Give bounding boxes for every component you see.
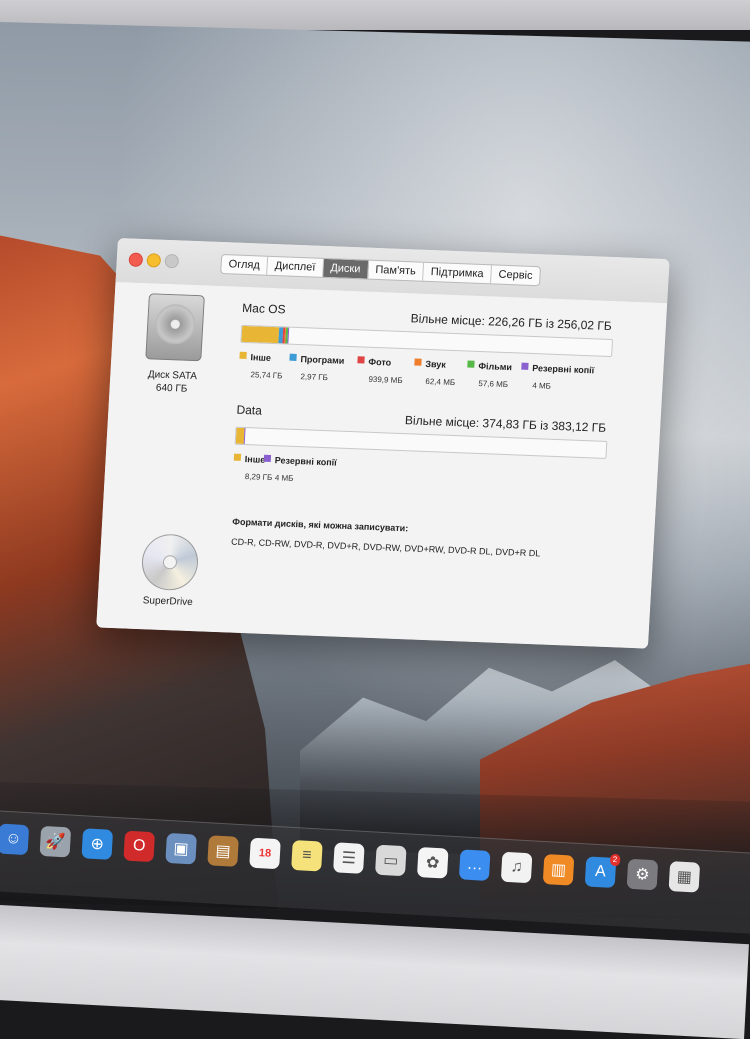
launchpad-icon[interactable]: 🚀: [39, 825, 72, 858]
legend-item: Фільми 57,6 МБ: [466, 356, 512, 390]
preview-icon[interactable]: ▣: [165, 832, 197, 865]
formats-title: Формати дисків, які можна записувати:: [232, 516, 409, 534]
calendar-day: 18: [258, 847, 272, 860]
opera-icon[interactable]: O: [123, 830, 156, 863]
legend-size: 25,74 ГБ: [250, 370, 283, 381]
notes-icon[interactable]: ≡: [291, 839, 323, 872]
volume-free-space: Вільне місце: 226,26 ГБ із 256,02 ГБ: [410, 311, 613, 334]
system-preferences-icon[interactable]: ⚙: [626, 858, 659, 891]
contacts-icon[interactable]: ▤: [207, 835, 239, 867]
notification-badge: 2: [609, 853, 621, 867]
legend-item: Резервні копії 4 МБ: [263, 450, 338, 485]
tab-storage[interactable]: Диски: [322, 258, 369, 279]
tab-displays[interactable]: Дисплеї: [267, 256, 324, 277]
legend-swatch: [289, 353, 297, 362]
volume-data: Data Вільне місце: 374,83 ГБ із 383,12 Г…: [232, 402, 608, 507]
legend-size: 57,6 МБ: [478, 378, 509, 390]
minimize-button[interactable]: [146, 253, 162, 268]
optical-disc-icon: [140, 533, 200, 592]
formats-list: CD-R, CD-RW, DVD-R, DVD+R, DVD-RW, DVD+R…: [230, 536, 541, 559]
close-button[interactable]: [128, 252, 144, 267]
legend-swatch: [521, 362, 529, 371]
storage-panel: Диск SATA 640 ГБ Mac OS Вільне місце: 22…: [96, 281, 668, 649]
legend-swatch: [414, 358, 422, 367]
usage-segment: [243, 427, 247, 445]
zoom-button[interactable]: [164, 253, 180, 269]
legend-swatch: [239, 352, 247, 360]
legend-size: 2,97 ГБ: [300, 372, 329, 383]
screenshot-icon[interactable]: ▦: [668, 861, 701, 893]
tab-bar: Огляд Дисплеї Диски Пам'ять Підтримка Се…: [220, 253, 542, 287]
ibooks-icon[interactable]: ▥: [542, 854, 575, 886]
volume-name: Data: [236, 402, 263, 418]
legend-item: Звук 62,4 МБ: [413, 353, 456, 387]
legend-label: Звук: [425, 358, 447, 370]
legend-label: Інше: [244, 454, 266, 465]
legend-label: Резервні копії: [274, 455, 338, 468]
disk-name: Диск SATA: [147, 369, 198, 383]
legend-label: Інше: [250, 352, 272, 363]
usage-segment: [287, 327, 290, 344]
legend-item: Інше 25,74 ГБ: [238, 347, 284, 381]
legend-label: Резервні копії: [532, 363, 595, 376]
legend-size: 62,4 МБ: [425, 376, 456, 388]
finder-icon[interactable]: ☺: [0, 823, 30, 856]
legend-size: 4 МБ: [532, 381, 552, 391]
legend-swatch: [233, 453, 242, 462]
volume-name: Mac OS: [241, 300, 286, 317]
tab-overview[interactable]: Огляд: [221, 255, 269, 275]
legend-item: Резервні копії 4 МБ: [520, 358, 595, 393]
keynote-icon[interactable]: ▭: [374, 844, 407, 877]
safari-icon[interactable]: ⊕: [81, 828, 114, 860]
calendar-icon[interactable]: 18: [249, 837, 281, 870]
legend-size: 4 МБ: [274, 473, 294, 483]
legend-swatch: [357, 356, 365, 364]
volume-macos: Mac OS Вільне місце: 226,26 ГБ із 256,02…: [238, 300, 614, 405]
app-store-icon[interactable]: A2: [584, 853, 621, 888]
legend-label: Фото: [368, 356, 392, 368]
optical-drive-name: SuperDrive: [142, 595, 194, 609]
disk-size: 640 ГБ: [155, 382, 188, 395]
photos-icon[interactable]: ✿: [416, 846, 449, 879]
legend-swatch: [263, 455, 272, 463]
legend-label: Фільми: [478, 360, 513, 373]
hard-disk-icon: [145, 293, 205, 362]
legend-item: Програми 2,97 ГБ: [288, 349, 345, 383]
legend-item: Фото 939,9 МБ: [356, 351, 404, 385]
usage-segment: [241, 325, 280, 344]
tab-service[interactable]: Сервіс: [491, 265, 540, 285]
volume-free-space: Вільне місце: 374,83 ГБ із 383,12 ГБ: [404, 413, 607, 435]
about-this-mac-window: Огляд Дисплеї Диски Пам'ять Підтримка Се…: [96, 238, 670, 649]
legend-swatch: [467, 360, 475, 369]
itunes-icon[interactable]: ♫: [500, 851, 533, 884]
legend-label: Програми: [300, 354, 345, 366]
reminders-icon[interactable]: ☰: [333, 842, 365, 874]
messages-icon[interactable]: …: [458, 849, 491, 881]
tab-support[interactable]: Підтримка: [423, 262, 493, 284]
legend-size: 939,9 МБ: [368, 374, 403, 386]
tab-memory[interactable]: Пам'ять: [367, 260, 425, 281]
